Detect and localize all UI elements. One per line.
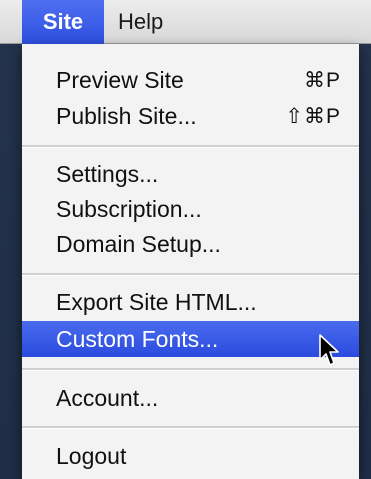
menu-separator [22, 273, 359, 276]
menu-separator [22, 426, 359, 429]
menu-site[interactable]: Site [22, 0, 104, 44]
menu-bar: Site Help [0, 0, 371, 44]
menu-item-label: Preview Site [56, 66, 184, 93]
menu-separator [22, 368, 359, 371]
menu-item-account[interactable]: Account... [22, 380, 359, 416]
menu-item-label: Export Site HTML... [56, 288, 257, 315]
menu-item-logout[interactable]: Logout [22, 438, 359, 474]
menu-item-label: Settings... [56, 160, 159, 187]
shortcut-label: ⌘P [303, 68, 341, 92]
menu-item-publish-site[interactable]: Publish Site... ⇧⌘P [22, 98, 359, 134]
menu-item-export-html[interactable]: Export Site HTML... [22, 284, 359, 320]
menu-item-custom-fonts[interactable]: Custom Fonts... [22, 321, 359, 357]
menu-item-subscription[interactable]: Subscription... [22, 191, 359, 227]
menu-item-preview-site[interactable]: Preview Site ⌘P [22, 62, 359, 98]
menu-item-label: Account... [56, 384, 159, 411]
menu-item-label: Custom Fonts... [56, 325, 219, 352]
menu-item-domain-setup[interactable]: Domain Setup... [22, 226, 359, 262]
menu-help[interactable]: Help [104, 0, 177, 44]
menu-item-label: Domain Setup... [56, 230, 221, 257]
site-dropdown-menu: Preview Site ⌘P Publish Site... ⇧⌘P Sett… [22, 44, 359, 479]
menu-item-settings[interactable]: Settings... [22, 156, 359, 192]
shortcut-label: ⇧⌘P [285, 104, 341, 128]
arrow-cursor-icon [319, 334, 339, 366]
menu-item-label: Logout [56, 442, 127, 469]
menu-item-label: Subscription... [56, 195, 202, 222]
menu-separator [22, 145, 359, 148]
menu-item-label: Publish Site... [56, 102, 197, 129]
